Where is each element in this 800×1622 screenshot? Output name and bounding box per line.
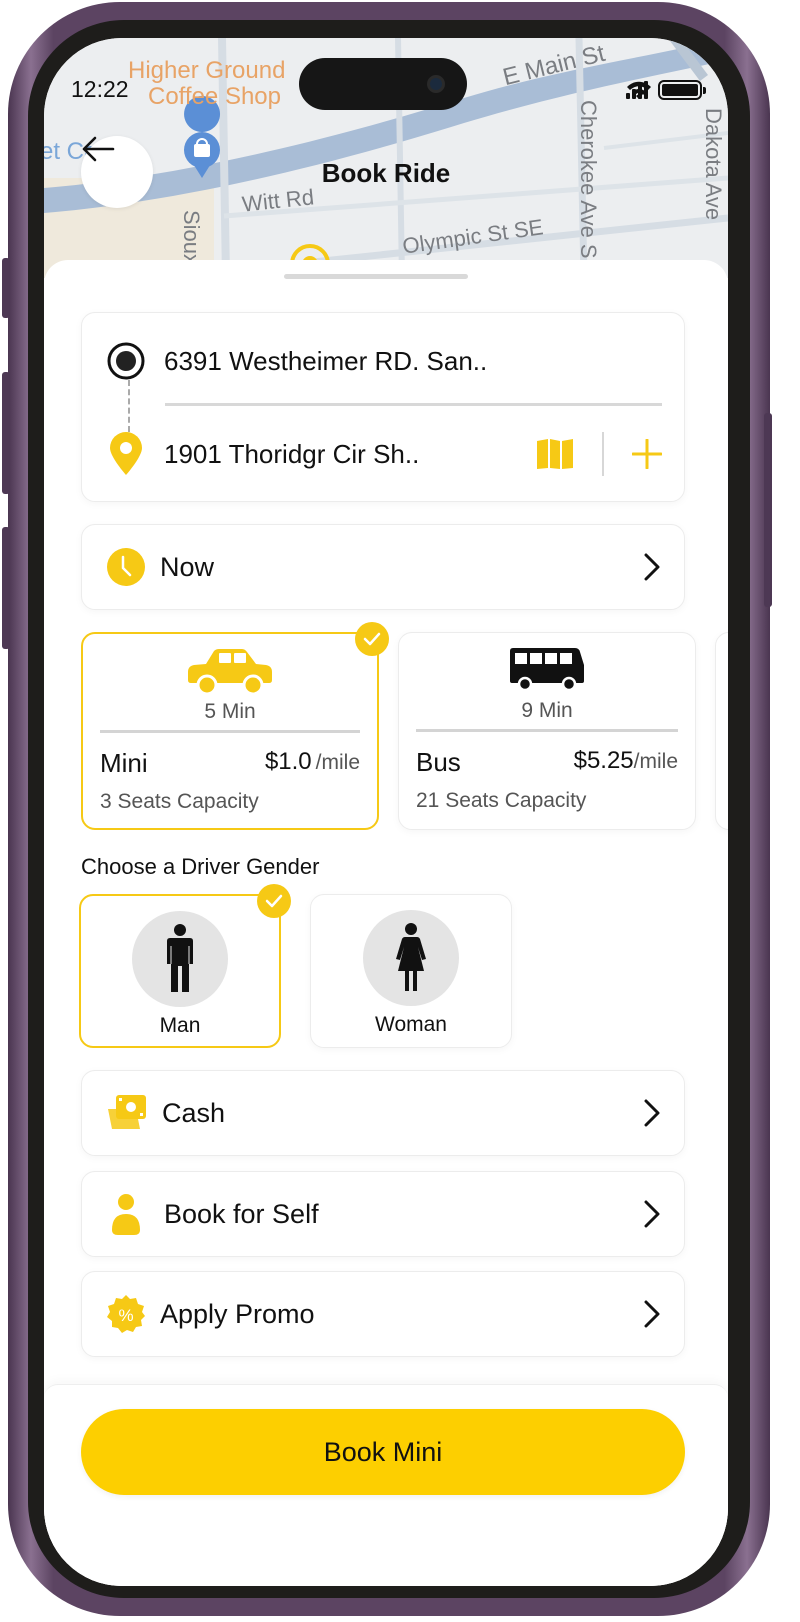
- gender-label: Man: [159, 1014, 201, 1037]
- route-card: 6391 Westheimer RD. San.. 1901 Thoridgr …: [81, 312, 685, 502]
- bus-icon: [510, 648, 584, 691]
- booking-sheet: 6391 Westheimer RD. San.. 1901 Thoridgr …: [44, 260, 728, 1586]
- map-poi-label: Coffee Shop: [148, 83, 281, 110]
- map-icon: [537, 439, 573, 469]
- route-connector: [128, 380, 130, 432]
- vehicle-capacity: 21 Seats Capacity: [416, 789, 587, 812]
- cash-icon: [108, 1095, 146, 1129]
- price-value: $5.25: [573, 747, 634, 774]
- vehicle-option-bus[interactable]: 9 Min Bus $5.25/mile 21 Seats Capacity: [398, 632, 696, 830]
- wifi-icon: [627, 81, 651, 99]
- volume-down-button: [2, 527, 10, 649]
- add-stop-button[interactable]: [632, 439, 662, 469]
- chevron-right-icon: [644, 1200, 660, 1228]
- map-street-label: Sioux: [179, 210, 204, 266]
- vehicle-option-mini[interactable]: 5 Min Mini $1.0/mile 3 Seats Capacity: [81, 622, 389, 830]
- selected-check-icon: [257, 884, 291, 918]
- person-icon: [112, 1194, 140, 1235]
- vehicle-capacity: 3 Seats Capacity: [100, 790, 259, 813]
- apply-promo-row[interactable]: % Apply Promo: [81, 1271, 685, 1357]
- price-unit: /mile: [633, 750, 678, 773]
- chevron-right-icon: [644, 1099, 660, 1127]
- vehicle-name: Bus: [416, 747, 461, 777]
- schedule-row[interactable]: Now: [81, 524, 685, 610]
- pickup-field[interactable]: 6391 Westheimer RD. San..: [106, 341, 662, 381]
- gender-option-man[interactable]: Man: [79, 884, 291, 1048]
- camera-icon: [427, 75, 445, 93]
- status-icons: [626, 80, 706, 100]
- driver-gender-label: Choose a Driver Gender: [81, 854, 320, 879]
- book-for-row[interactable]: Book for Self: [81, 1171, 685, 1257]
- divider: [416, 729, 678, 732]
- route-divider: [165, 403, 662, 406]
- vehicle-name: Mini: [100, 748, 148, 778]
- vehicle-eta: 5 Min: [204, 700, 256, 723]
- svg-text:%: %: [118, 1306, 133, 1325]
- choose-on-map-button[interactable]: [536, 438, 574, 470]
- divider: [602, 432, 604, 476]
- selected-check-icon: [355, 622, 389, 656]
- payment-method-row[interactable]: Cash: [81, 1070, 685, 1156]
- dropoff-address: 1901 Thoridgr Cir Sh..: [164, 438, 420, 469]
- promo-badge-icon: %: [107, 1295, 145, 1333]
- chevron-right-icon: [644, 1300, 660, 1328]
- gender-option-woman[interactable]: Woman: [310, 894, 512, 1048]
- action-button: [2, 258, 10, 318]
- page-title: Book Ride: [321, 158, 451, 188]
- vehicle-price: $1.0/mile: [265, 748, 360, 776]
- volume-up-button: [2, 372, 10, 494]
- vehicle-eta: 9 Min: [521, 699, 573, 722]
- divider: [100, 730, 360, 733]
- schedule-label: Now: [160, 551, 215, 582]
- map-view[interactable]: Higher Ground Coffee Shop E Main St et C…: [44, 38, 728, 278]
- clock-icon: [107, 548, 145, 586]
- vehicle-price: $5.25/mile: [574, 747, 678, 775]
- dynamic-island: [299, 58, 467, 110]
- dropoff-field[interactable]: 1901 Thoridgr Cir Sh..: [106, 432, 662, 476]
- woman-icon: [396, 923, 426, 991]
- battery-icon: [658, 80, 706, 100]
- gender-label: Woman: [375, 1013, 447, 1036]
- pickup-address: 6391 Westheimer RD. San..: [164, 345, 488, 376]
- price-unit: /mile: [315, 751, 360, 774]
- book-for-label: Book for Self: [164, 1198, 319, 1229]
- status-time: 12:22: [71, 76, 129, 102]
- sheet-drag-handle[interactable]: [284, 274, 468, 279]
- man-icon: [167, 924, 193, 992]
- payment-method-label: Cash: [162, 1097, 226, 1128]
- power-button: [764, 413, 772, 607]
- book-ride-button[interactable]: Book Mini: [81, 1409, 685, 1495]
- location-pin-icon: [110, 432, 142, 475]
- radio-target-icon: [107, 342, 145, 380]
- car-icon: [188, 649, 272, 694]
- screen: Higher Ground Coffee Shop E Main St et C…: [44, 38, 728, 1586]
- avatar: [363, 910, 459, 1006]
- promo-label: Apply Promo: [160, 1298, 315, 1329]
- chevron-right-icon: [644, 553, 660, 581]
- avatar: [132, 911, 228, 1007]
- vehicle-option-more[interactable]: [715, 632, 728, 830]
- price-value: $1.0: [264, 748, 312, 775]
- map-poi-label: Higher Ground: [128, 57, 286, 84]
- plus-icon: [632, 439, 662, 469]
